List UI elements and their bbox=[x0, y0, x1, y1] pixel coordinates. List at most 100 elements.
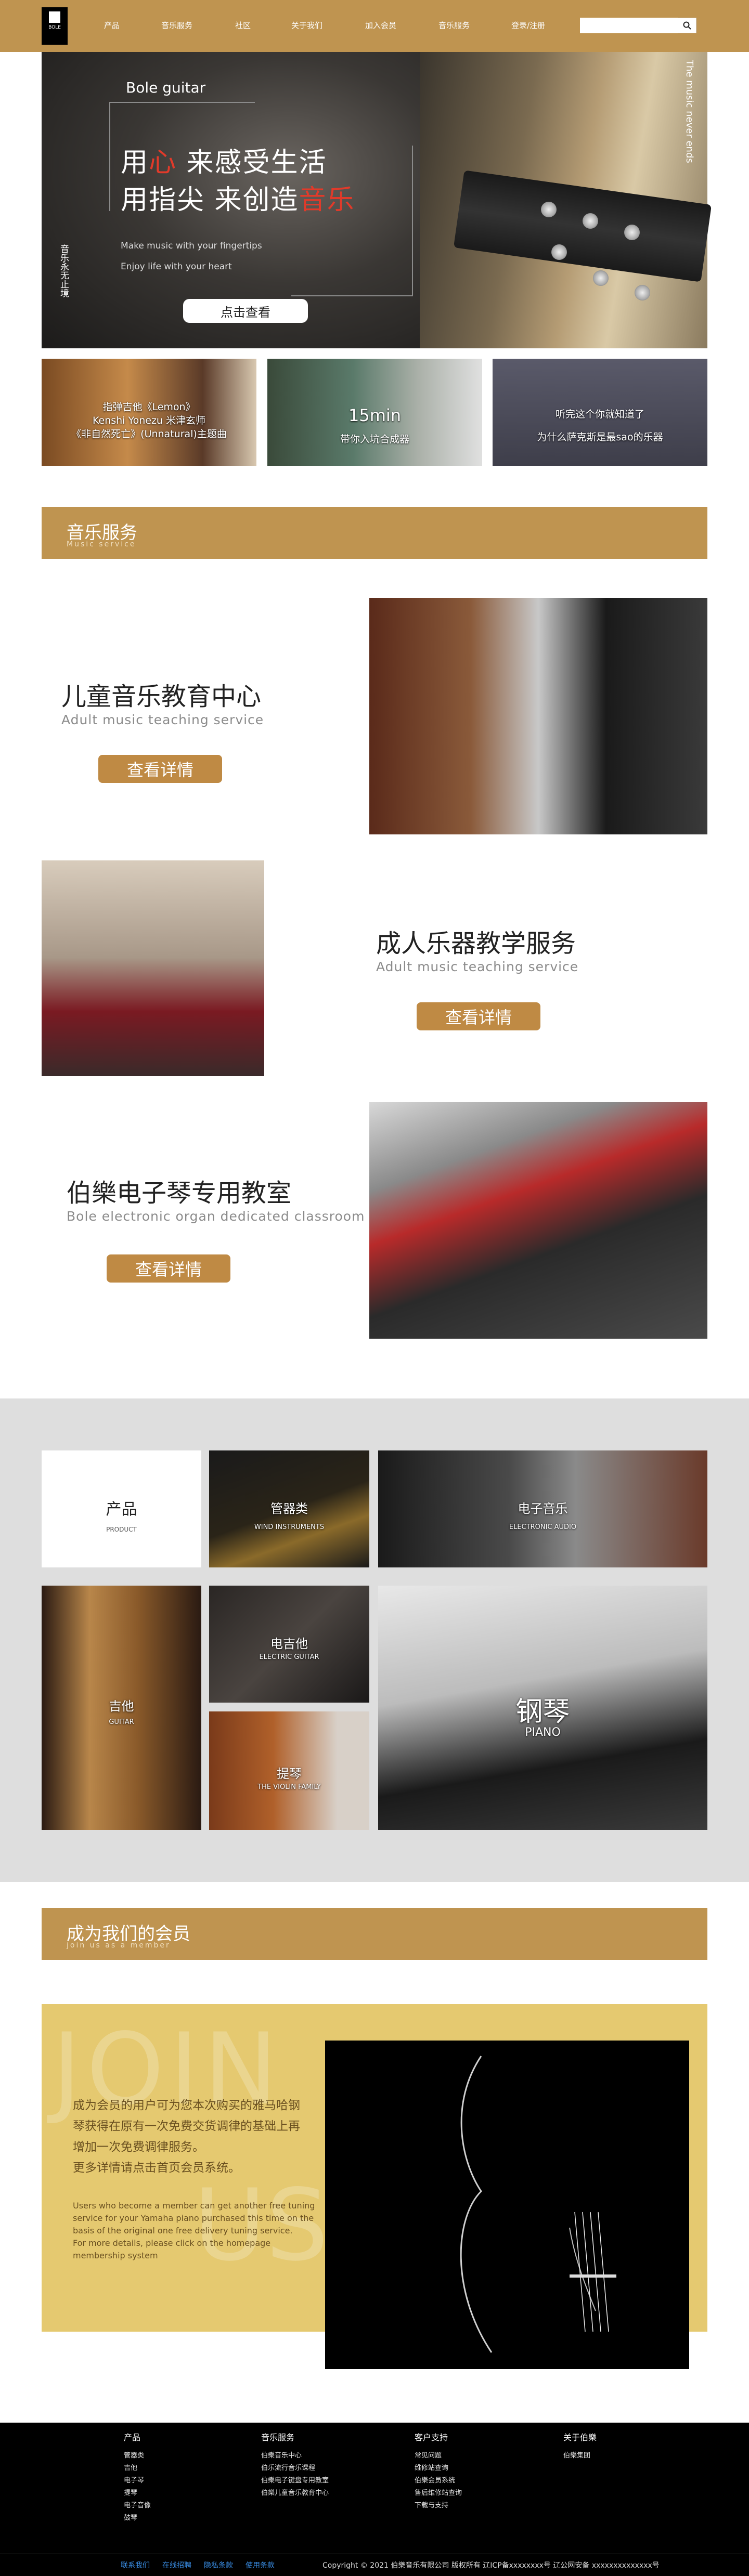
video-title-line: Kenshi Yonezu 米津玄师 bbox=[93, 415, 205, 426]
products-label-en: PRODUCT bbox=[106, 1526, 137, 1533]
video-title-line: 指弹吉他《Lemon》 bbox=[102, 401, 196, 413]
products-label: 产品 bbox=[106, 1500, 137, 1519]
footer-link[interactable]: 售后维修站查询 bbox=[415, 2487, 462, 2497]
violin-silhouette-icon bbox=[460, 2056, 616, 2353]
footer-link[interactable]: 伯樂音乐中心 bbox=[261, 2450, 302, 2460]
footer-link[interactable]: 电子琴 bbox=[124, 2475, 144, 2485]
member-text-zh: 成为会员的用户可为您本次购买的雅马哈钢 bbox=[73, 2099, 300, 2112]
member-text-zh: 更多详情请点击首页会员系统。 bbox=[73, 2161, 240, 2175]
nav-item-join[interactable]: 加入会员 bbox=[365, 20, 396, 31]
tuning-peg-icon bbox=[624, 225, 640, 240]
hero-english-line-2: Enjoy life with your heart bbox=[121, 261, 232, 272]
video-title-line: 15min bbox=[348, 406, 402, 425]
hero-frame-line bbox=[109, 102, 255, 103]
tuning-peg-icon bbox=[583, 213, 598, 229]
hero-view-button[interactable]: 点击查看 bbox=[183, 299, 308, 323]
product-tile-piano[interactable]: 钢琴 PIANO bbox=[378, 1586, 707, 1830]
video-card-synth[interactable]: 15min 带你入坑合成器 bbox=[267, 359, 482, 466]
member-text-en: For more details, please click on the ho… bbox=[73, 2238, 271, 2248]
footer-terms-link[interactable]: 使用条款 bbox=[246, 2560, 275, 2570]
search-button[interactable] bbox=[678, 18, 696, 33]
member-text-en: basis of the original one free delivery … bbox=[73, 2226, 293, 2235]
hero-headline-1: 用心 来感受生活 bbox=[121, 147, 327, 178]
footer-privacy-link[interactable]: 隐私条款 bbox=[204, 2560, 233, 2570]
product-name-en: PIANO bbox=[525, 1726, 561, 1739]
product-name: 管器类 bbox=[270, 1501, 308, 1516]
member-bar: 成为我们的会员 join us as a member bbox=[42, 1908, 707, 1960]
footer-column-title: 客户支持 bbox=[415, 2433, 448, 2442]
product-tile-guitar[interactable]: 吉他 GUITAR bbox=[42, 1586, 201, 1830]
service-subtitle: Adult music teaching service bbox=[376, 959, 579, 974]
product-name: 钢琴 bbox=[515, 1696, 570, 1728]
footer-link[interactable]: 电子音像 bbox=[124, 2500, 151, 2509]
nav-item-community[interactable]: 社区 bbox=[235, 20, 251, 31]
electronic-classroom-photo bbox=[369, 1102, 707, 1339]
footer-link[interactable]: 伯樂集团 bbox=[563, 2450, 590, 2460]
product-tile-electronic[interactable]: 电子音乐 ELECTRONIC AUDIO bbox=[378, 1450, 707, 1567]
service-details-button[interactable]: 查看详情 bbox=[107, 1254, 230, 1283]
product-tile-wind[interactable]: 管器类 WIND INSTRUMENTS bbox=[209, 1450, 369, 1567]
product-name-en: ELECTRONIC AUDIO bbox=[509, 1523, 577, 1531]
member-text-zh: 增加一次免费调律服务。 bbox=[73, 2140, 204, 2154]
site-footer bbox=[0, 2423, 749, 2576]
video-title-line: 《非自然死亡》(Unnatural)主题曲 bbox=[71, 428, 227, 440]
product-name-en: WIND INSTRUMENTS bbox=[254, 1523, 325, 1531]
nav-item-music-service[interactable]: 音乐服务 bbox=[161, 20, 192, 31]
footer-link[interactable]: 吉他 bbox=[124, 2462, 137, 2472]
child-piano-photo bbox=[369, 598, 707, 834]
products-label-tile: 产品 PRODUCT bbox=[42, 1450, 201, 1567]
search-input[interactable] bbox=[580, 18, 678, 33]
section-subtitle: Music service bbox=[67, 540, 136, 548]
footer-link[interactable]: 下载与支持 bbox=[415, 2500, 448, 2509]
nav-item-login[interactable]: 登录/注册 bbox=[511, 20, 545, 31]
footer-link[interactable]: 伯樂电子键盘专用教室 bbox=[261, 2475, 329, 2485]
nav-item-products[interactable]: 产品 bbox=[104, 20, 120, 31]
tuning-peg-icon bbox=[635, 285, 650, 300]
footer-link[interactable]: 伯乐流行音乐课程 bbox=[261, 2462, 315, 2472]
footer-link[interactable]: 管器类 bbox=[124, 2450, 144, 2460]
hero-vertical-text: 音乐永无止境 bbox=[58, 244, 69, 297]
video-card-lemon[interactable]: 指弹吉他《Lemon》 Kenshi Yonezu 米津玄师 《非自然死亡》(U… bbox=[42, 359, 256, 466]
video-title-line: 听完这个你就知道了 bbox=[555, 409, 644, 420]
tuning-peg-icon bbox=[551, 244, 567, 260]
site-header: BOLE 产品 音乐服务 社区 关于我们 加入会员 音乐服务 登录/注册 bbox=[0, 0, 749, 52]
video-card-sax[interactable]: 听完这个你就知道了 为什么萨克斯是最sao的乐器 bbox=[493, 359, 707, 466]
product-name: 电子音乐 bbox=[518, 1501, 568, 1516]
nav-item-music-service-2[interactable]: 音乐服务 bbox=[438, 20, 470, 31]
footer-link[interactable]: 维修站查询 bbox=[415, 2462, 448, 2472]
product-name-en: ELECTRIC GUITAR bbox=[259, 1653, 319, 1661]
footer-column-title: 关于伯樂 bbox=[563, 2433, 597, 2442]
service-details-button[interactable]: 查看详情 bbox=[98, 755, 222, 783]
service-title: 成人乐器教学服务 bbox=[376, 929, 576, 958]
site-logo[interactable]: BOLE bbox=[42, 7, 68, 45]
product-name: 吉他 bbox=[109, 1699, 134, 1714]
music-service-bar: 音乐服务 Music service bbox=[42, 507, 707, 559]
search-icon bbox=[683, 21, 691, 30]
footer-link[interactable]: 鼓琴 bbox=[124, 2512, 137, 2522]
hero-right-vertical-text: The music never ends bbox=[684, 60, 695, 163]
service-details-button[interactable]: 查看详情 bbox=[417, 1002, 540, 1030]
section-subtitle: join us as a member bbox=[67, 1941, 171, 1950]
product-tile-electric-guitar[interactable]: 电吉他 ELECTRIC GUITAR bbox=[209, 1586, 369, 1703]
product-tile-violin[interactable]: 提琴 THE VIOLIN FAMILY bbox=[209, 1711, 369, 1830]
footer-column-title: 音乐服务 bbox=[261, 2433, 295, 2442]
footer-link[interactable]: 常见问题 bbox=[415, 2450, 442, 2460]
footer-link[interactable]: 提琴 bbox=[124, 2487, 137, 2497]
footer-contact-link[interactable]: 联系我们 bbox=[121, 2560, 150, 2570]
footer-link[interactable]: 伯樂会员系统 bbox=[415, 2475, 455, 2485]
product-name-en: GUITAR bbox=[109, 1718, 134, 1726]
video-title-line: 带你入坑合成器 bbox=[340, 434, 409, 445]
footer-column-title: 产品 bbox=[124, 2433, 141, 2442]
member-text-en: membership system bbox=[73, 2251, 158, 2260]
service-subtitle: Adult music teaching service bbox=[61, 712, 264, 727]
drummer-photo bbox=[42, 860, 264, 1076]
product-name: 提琴 bbox=[277, 1767, 302, 1781]
copyright-text: Copyright © 2021 伯樂音乐有限公司 版权所有 辽ICP备xxxx… bbox=[322, 2561, 660, 2570]
logo-mark-icon bbox=[49, 11, 60, 23]
footer-jobs-link[interactable]: 在线招聘 bbox=[162, 2560, 191, 2570]
tuning-peg-icon bbox=[541, 202, 557, 217]
member-text-zh: 琴获得在原有一次免费交货调律的基础上再 bbox=[73, 2120, 300, 2133]
product-name-en: THE VIOLIN FAMILY bbox=[257, 1783, 321, 1791]
nav-item-about[interactable]: 关于我们 bbox=[291, 20, 322, 31]
footer-link[interactable]: 伯樂儿童音乐教育中心 bbox=[261, 2487, 329, 2497]
